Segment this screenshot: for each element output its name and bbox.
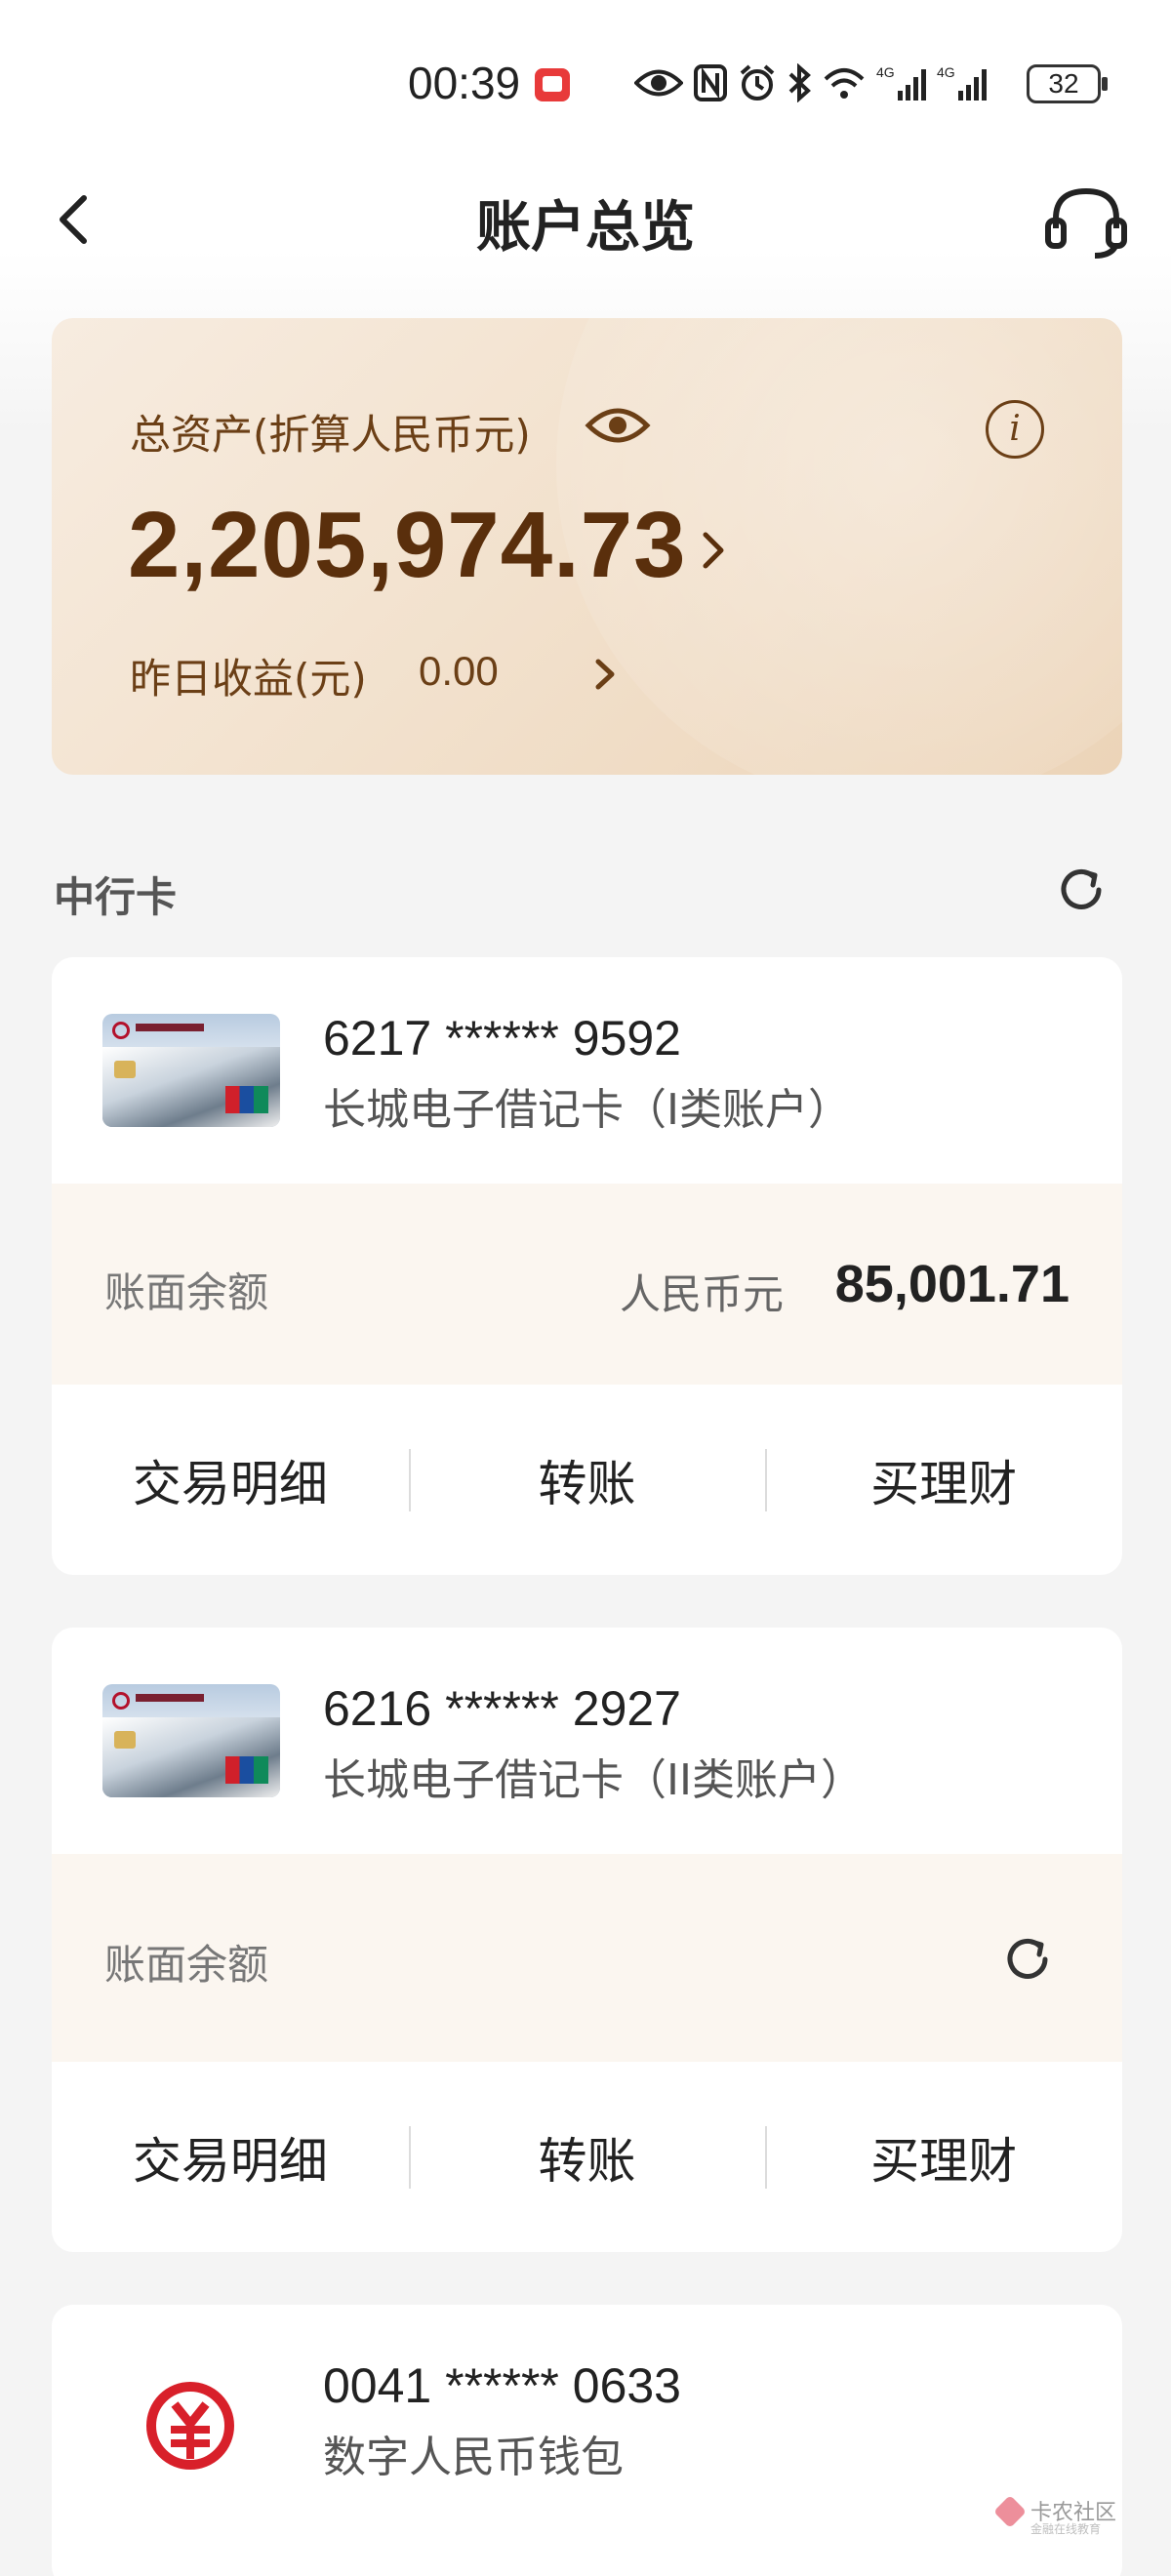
yesterday-earnings-label: 昨日收益(元) [130, 655, 367, 703]
balance-row: 账面余额 人民币元 85,001.71 [52, 1184, 1122, 1385]
watermark-subtext: 金融在线教育 [1030, 2522, 1102, 2536]
card-number: 6216 ****** 2927 [323, 1681, 681, 1736]
status-time: 00:39 [408, 58, 521, 108]
card-number: 6217 ****** 9592 [323, 1011, 681, 1066]
transaction-details-button[interactable]: 交易明细 [52, 1385, 409, 1575]
card-actions: 交易明细 转账 买理财 [52, 1385, 1122, 1575]
balance-label: 账面余额 [104, 1268, 269, 1316]
total-assets-value[interactable]: 2,205,974.73 [128, 492, 687, 599]
transfer-button[interactable]: 转账 [408, 2062, 766, 2252]
total-assets-label: 总资产(折算人民币元) [130, 411, 531, 459]
nfc-icon [694, 64, 727, 101]
svg-text:4G: 4G [937, 64, 955, 80]
status-bar: 00:39 4G 4G 32 [0, 0, 1171, 171]
headset-icon [1045, 187, 1127, 259]
card-actions: 交易明细 转账 买理财 [52, 2062, 1122, 2252]
balance-currency: 人民币元 [620, 1270, 785, 1318]
page-title: 账户总览 [476, 196, 695, 260]
buy-wealth-button[interactable]: 买理财 [765, 2062, 1122, 2252]
card-type: 长城电子借记卡（I类账户） [323, 1085, 851, 1135]
signal-4g-icon: 4G [876, 64, 926, 101]
transaction-details-button[interactable]: 交易明细 [52, 2062, 409, 2252]
balance-row: 账面余额 [52, 1854, 1122, 2062]
account-card: 6217 ****** 9592 长城电子借记卡（I类账户） 账面余额 人民币元… [52, 957, 1122, 1575]
bank-card-image [102, 1684, 280, 1797]
balance-label: 账面余额 [104, 1941, 269, 1989]
total-assets-card: 总资产(折算人民币元) i 2,205,974.73 昨日收益(元) 0.00 [52, 318, 1122, 775]
yesterday-earnings-value[interactable]: 0.00 [419, 648, 499, 695]
svg-text:4G: 4G [876, 64, 895, 80]
card-type: 数字人民币钱包 [323, 2433, 624, 2482]
refresh-icon[interactable] [1002, 1934, 1053, 1985]
refresh-icon[interactable] [1056, 865, 1107, 915]
ecny-wallet-card[interactable]: 0041 ****** 0633 数字人民币钱包 [52, 2305, 1122, 2576]
wifi-icon [824, 68, 865, 99]
watermark-logo-icon [993, 2495, 1027, 2528]
balance-amount: 85,001.71 [834, 1255, 1070, 1313]
community-watermark: 卡农社区 金融在线教育 [993, 2493, 1122, 2538]
card-header[interactable]: 6216 ****** 2927 长城电子借记卡（II类账户） [52, 1628, 1122, 1854]
transfer-button[interactable]: 转账 [408, 1385, 766, 1575]
eye-icon [634, 69, 683, 97]
chevron-right-icon[interactable] [696, 521, 731, 580]
buy-wealth-button[interactable]: 买理财 [765, 1385, 1122, 1575]
customer-service-button[interactable] [1042, 183, 1130, 262]
battery-indicator: 32 [1027, 64, 1108, 103]
info-icon[interactable]: i [986, 400, 1044, 459]
bluetooth-icon [788, 63, 811, 102]
card-header[interactable]: 6217 ****** 9592 长城电子借记卡（I类账户） [52, 957, 1122, 1184]
signal-4g-icon: 4G [937, 64, 987, 101]
status-icons: 4G 4G [634, 59, 988, 107]
section-title: 中行卡 [54, 873, 178, 921]
chevron-right-icon[interactable] [590, 652, 620, 697]
bank-card-image [102, 1014, 280, 1127]
eye-icon[interactable] [585, 404, 651, 447]
account-card: 6216 ****** 2927 长城电子借记卡（II类账户） 账面余额 交易明… [52, 1628, 1122, 2252]
card-number: 0041 ****** 0633 [323, 2358, 681, 2413]
ecny-icon [145, 2381, 235, 2471]
notification-icon [535, 68, 570, 101]
alarm-icon [740, 64, 775, 101]
card-type: 长城电子借记卡（II类账户） [323, 1755, 864, 1805]
